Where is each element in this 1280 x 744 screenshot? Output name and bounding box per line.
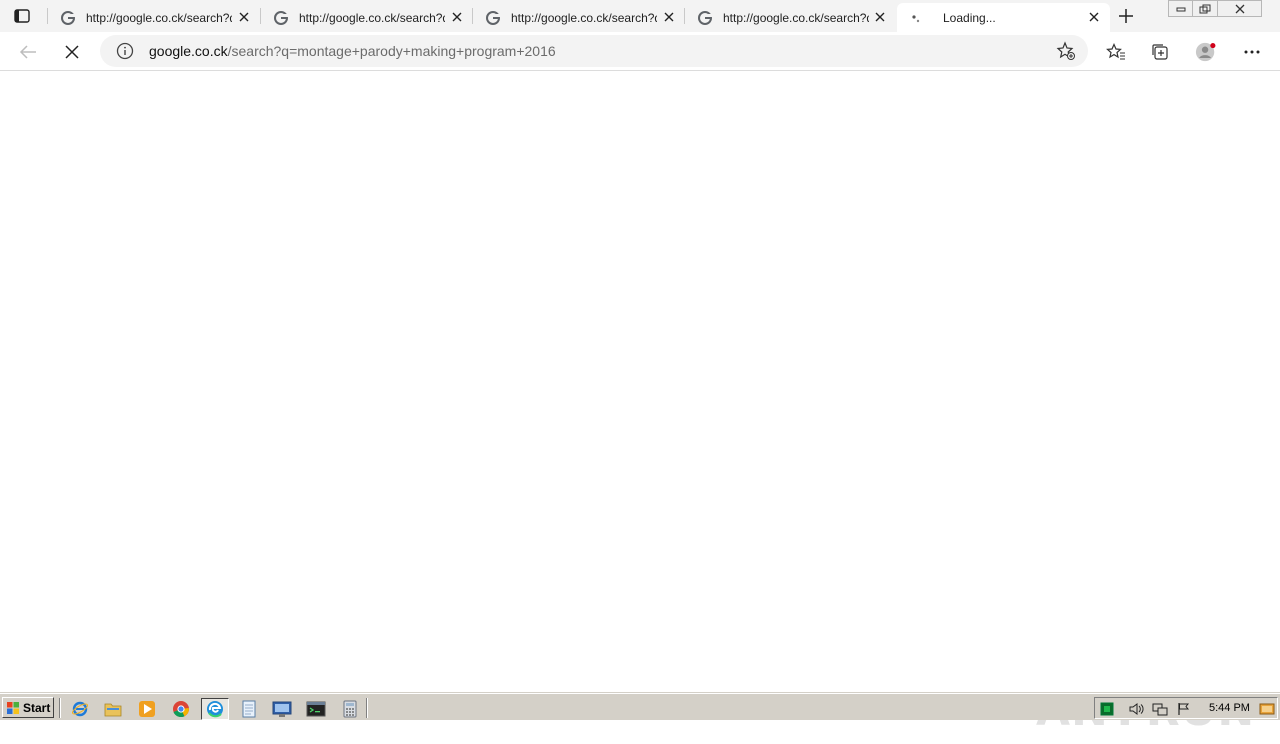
site-info-icon[interactable] (116, 42, 134, 60)
tab-title: http://google.co.ck/search?q=montage (86, 10, 232, 25)
tab-close-icon[interactable] (449, 9, 465, 25)
tab-bar: http://google.co.ck/search?q=montage htt… (0, 0, 1280, 32)
internet-explorer-icon (71, 701, 89, 717)
browser-toolbar: google.co.ck/search?q=montage+parody+mak… (0, 32, 1280, 71)
back-button[interactable] (17, 41, 39, 63)
profile-button[interactable] (1195, 41, 1217, 63)
address-bar[interactable]: google.co.ck/search?q=montage+parody+mak… (100, 35, 1088, 67)
show-desktop-icon[interactable] (1259, 701, 1275, 717)
stop-x-icon (65, 45, 79, 59)
browser-tab-2[interactable]: http://google.co.ck/search?q=montage (261, 3, 473, 32)
tab-title: http://google.co.ck/search?q=montage (299, 10, 445, 25)
minimize-icon (1176, 7, 1185, 11)
loading-spinner-icon (909, 10, 925, 26)
tab-close-icon[interactable] (236, 9, 252, 25)
taskbar-clock[interactable]: 5:44 PM (1209, 702, 1250, 714)
start-button[interactable]: Start (2, 697, 54, 718)
close-icon (1235, 4, 1244, 13)
taskbar-separator (366, 698, 368, 718)
google-g-icon (485, 10, 501, 26)
volume-icon[interactable] (1128, 701, 1144, 717)
windows-flag-icon (7, 701, 19, 714)
os-taskbar: Start 5:44 PM (0, 692, 1280, 720)
page-content: ANY RUN (0, 71, 1280, 736)
calculator-launcher[interactable] (337, 698, 363, 720)
plus-icon (1119, 9, 1133, 23)
tab-title: Loading... (943, 10, 996, 25)
star-add-icon (1056, 41, 1075, 60)
tab-close-icon[interactable] (1086, 9, 1102, 25)
media-player-launcher[interactable] (134, 698, 160, 720)
browser-tab-4[interactable]: http://google.co.ck/search?q=montage (685, 3, 896, 32)
remote-desktop-launcher[interactable] (269, 698, 295, 720)
settings-more-button[interactable] (1241, 41, 1263, 63)
browser-tab-1[interactable]: http://google.co.ck/search?q=montage (48, 3, 260, 32)
collections-button[interactable] (1149, 41, 1171, 63)
browser-tab-5-active[interactable]: Loading... (897, 3, 1110, 32)
internet-explorer-launcher[interactable] (67, 698, 93, 720)
system-tray: 5:44 PM (1094, 697, 1278, 719)
minimize-button[interactable] (1168, 0, 1193, 17)
url-host: google.co.ck (149, 43, 228, 59)
taskbar-separator (59, 698, 61, 718)
favorites-button[interactable] (1105, 41, 1127, 63)
file-explorer-launcher[interactable] (100, 698, 126, 720)
favorites-star-icon (1106, 43, 1125, 60)
tab-actions-icon (14, 9, 30, 23)
close-window-button[interactable] (1218, 0, 1262, 17)
tab-close-icon[interactable] (661, 9, 677, 25)
window-controls (1168, 0, 1262, 17)
google-g-icon (60, 10, 76, 26)
network-status-icon[interactable] (1099, 701, 1115, 717)
more-dots-icon (1244, 50, 1260, 54)
browser-tab-3[interactable]: http://google.co.ck/search?q=montage (473, 3, 685, 32)
action-center-flag-icon[interactable] (1176, 701, 1192, 717)
back-arrow-icon (19, 45, 36, 59)
network-connection-icon[interactable] (1152, 701, 1168, 717)
chrome-icon (173, 701, 189, 718)
google-g-icon (273, 10, 289, 26)
edge-taskbar-button[interactable] (201, 698, 229, 720)
stop-loading-button[interactable] (61, 41, 83, 63)
url-path: /search?q=montage+parody+making+program+… (227, 43, 556, 59)
tab-title: http://google.co.ck/search?q=montage (723, 10, 869, 25)
restore-icon (1199, 4, 1211, 13)
edge-icon (207, 701, 223, 718)
restore-button[interactable] (1193, 0, 1218, 17)
start-label: Start (23, 700, 51, 715)
monitor-icon (272, 701, 292, 717)
command-prompt-launcher[interactable] (303, 698, 329, 720)
terminal-icon (306, 701, 326, 717)
notepad-icon (242, 700, 256, 718)
collections-icon (1152, 44, 1168, 60)
add-favorite-button[interactable] (1056, 41, 1076, 61)
tab-actions-button[interactable] (12, 7, 32, 25)
media-player-icon (139, 701, 155, 717)
new-tab-button[interactable] (1116, 6, 1136, 26)
calculator-icon (343, 700, 357, 718)
avatar-icon (1195, 42, 1216, 62)
folder-icon (104, 703, 122, 717)
tab-title: http://google.co.ck/search?q=montage (511, 10, 657, 25)
google-g-icon (697, 10, 713, 26)
tab-close-icon[interactable] (872, 9, 888, 25)
chrome-launcher[interactable] (168, 698, 194, 720)
url-text[interactable]: google.co.ck/search?q=montage+parody+mak… (149, 43, 556, 59)
notepad-launcher[interactable] (236, 698, 262, 720)
